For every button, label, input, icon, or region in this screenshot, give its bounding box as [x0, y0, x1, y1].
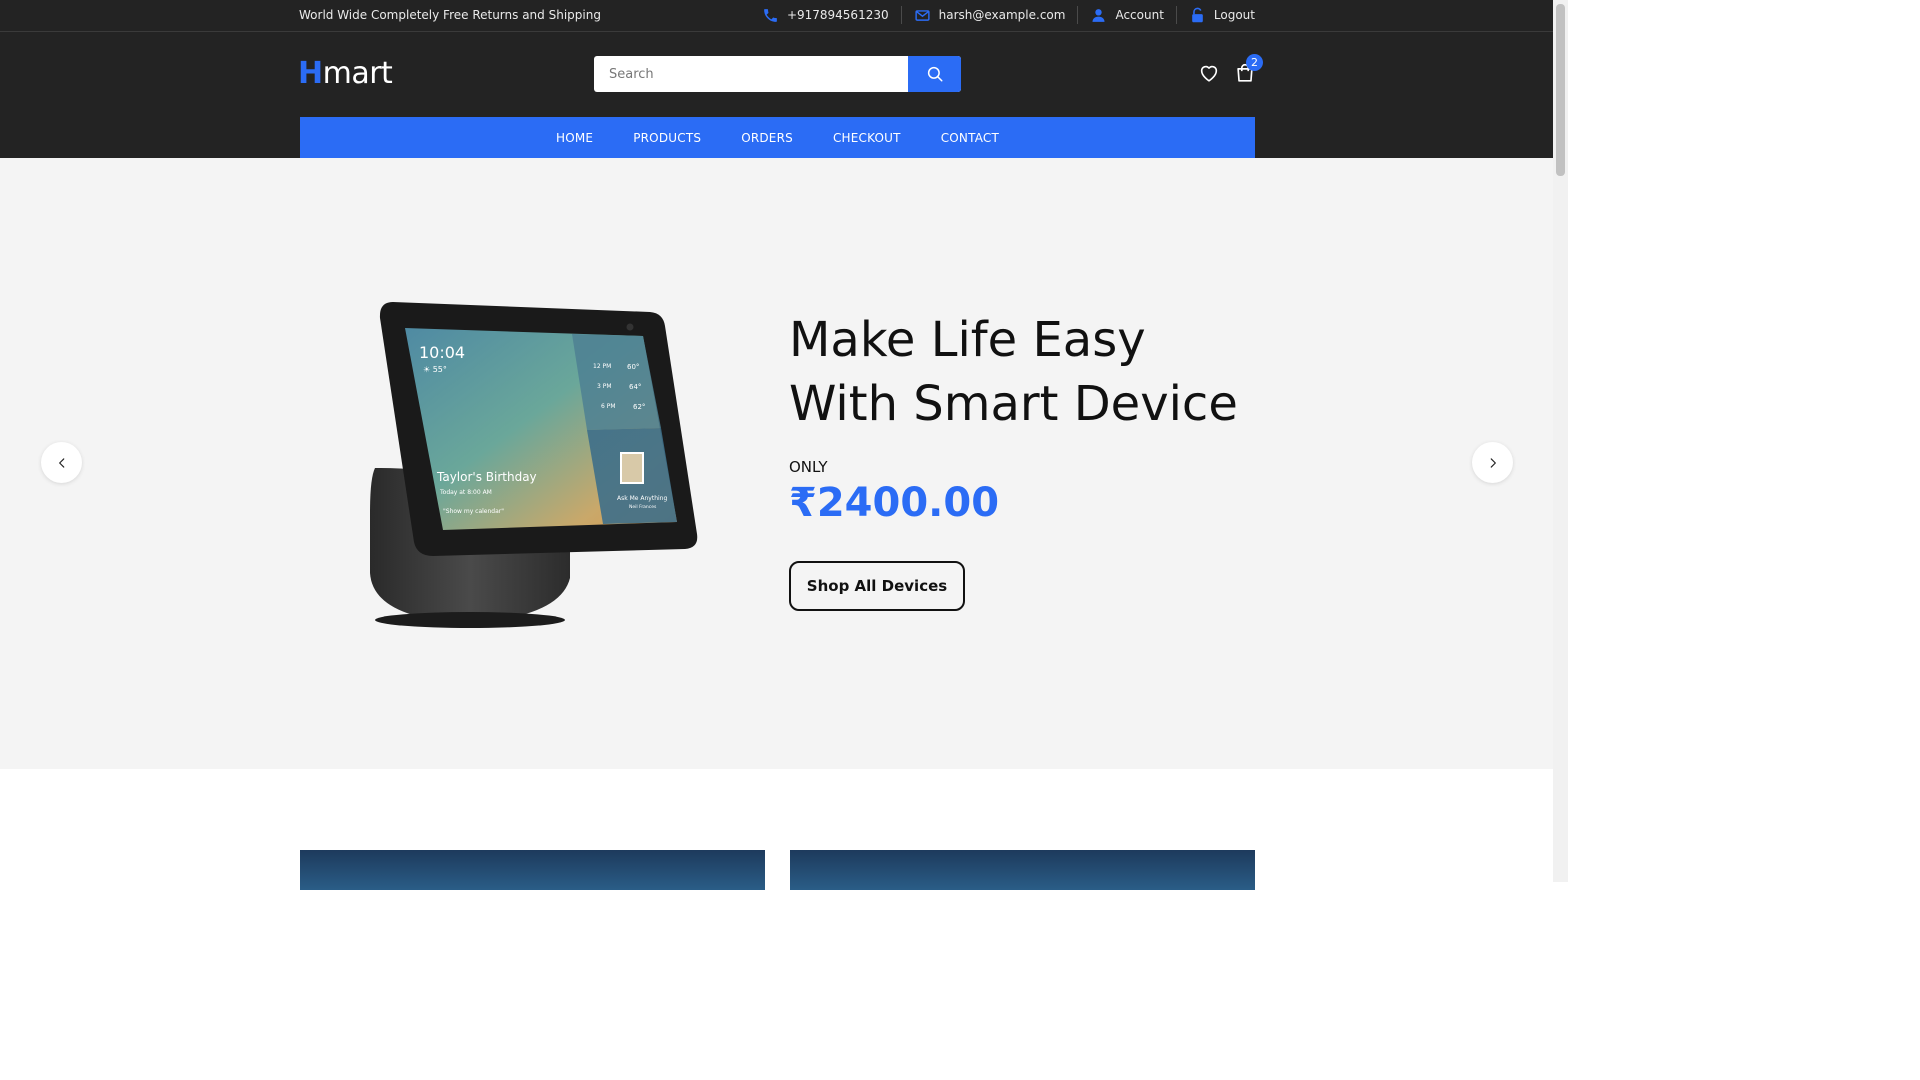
- account-link[interactable]: Account: [1078, 6, 1177, 24]
- hero-title-line1: Make Life Easy: [789, 312, 1146, 368]
- nav-home[interactable]: HOME: [536, 131, 613, 145]
- email-address: harsh@example.com: [938, 8, 1066, 22]
- smart-display-image: 10:04 ☀ 55° 12 PM 60° 3 PM 64° 6 PM 62° …: [370, 302, 698, 628]
- nav-orders[interactable]: ORDERS: [721, 131, 813, 145]
- logo-text: mart: [322, 56, 393, 91]
- site-header: Hmart 2 HOME PRODUCTS ORDERS CHECKOUT CO…: [0, 32, 1553, 158]
- email-link[interactable]: harsh@example.com: [902, 6, 1079, 24]
- forecast-time-3: 6 PM: [601, 403, 616, 410]
- envelope-icon: [915, 9, 930, 21]
- price-prefix: ONLY: [789, 458, 828, 476]
- hero-title: Make Life Easy With Smart Device: [789, 308, 1238, 436]
- search-icon: [927, 66, 942, 82]
- forecast-temp-1: 60°: [627, 363, 639, 371]
- promo-banner-left[interactable]: [300, 850, 765, 890]
- phone-number: +917894561230: [786, 8, 889, 22]
- hero-text: Make Life Easy With Smart Device ONLY ₹2…: [789, 308, 1238, 526]
- phone-link[interactable]: +917894561230: [750, 6, 902, 24]
- logout-label: Logout: [1213, 8, 1255, 22]
- top-bar: World Wide Completely Free Returns and S…: [0, 0, 1553, 32]
- chevron-right-icon: [1490, 457, 1496, 468]
- promo-banner-right[interactable]: [790, 850, 1255, 890]
- account-label: Account: [1115, 8, 1164, 22]
- forecast-temp-3: 62°: [633, 403, 645, 411]
- page-scrollbar[interactable]: [1553, 0, 1568, 882]
- search-input[interactable]: [594, 56, 908, 92]
- cart-button[interactable]: 2: [1234, 54, 1263, 84]
- chevron-left-icon: [58, 457, 64, 468]
- nav-contact[interactable]: CONTACT: [921, 131, 1019, 145]
- album-art: [620, 452, 644, 484]
- contact-links: +917894561230 harsh@example.com Account …: [750, 6, 1255, 24]
- hero-title-line2: With Smart Device: [789, 376, 1238, 432]
- main-nav: HOME PRODUCTS ORDERS CHECKOUT CONTACT: [300, 117, 1255, 158]
- heart-icon: [1200, 65, 1218, 82]
- cart-count-badge: 2: [1246, 54, 1263, 71]
- unlock-icon: [1192, 7, 1203, 22]
- hero-slider: 10:04 ☀ 55° 12 PM 60° 3 PM 64° 6 PM 62° …: [0, 158, 1553, 769]
- site-logo[interactable]: Hmart: [298, 56, 393, 91]
- scrollbar-thumb[interactable]: [1556, 4, 1565, 176]
- screen-ask-sub: Neil Frances: [629, 504, 657, 510]
- screen-time: 10:04: [419, 343, 465, 362]
- screen-event-time: Today at 8:00 AM: [439, 489, 492, 496]
- search-bar: [594, 56, 961, 92]
- slider-next-button[interactable]: [1472, 442, 1513, 483]
- screen-event-hint: "Show my calendar": [443, 508, 504, 515]
- logout-link[interactable]: Logout: [1177, 6, 1255, 24]
- logo-letter: H: [298, 56, 323, 91]
- screen-temp: ☀ 55°: [423, 365, 447, 374]
- shop-all-devices-button[interactable]: Shop All Devices: [789, 561, 965, 611]
- screen-ask: Ask Me Anything: [617, 495, 667, 502]
- nav-products[interactable]: PRODUCTS: [613, 131, 721, 145]
- slider-prev-button[interactable]: [41, 442, 82, 483]
- forecast-time-2: 3 PM: [597, 383, 612, 390]
- user-icon: [1092, 8, 1105, 22]
- wishlist-button[interactable]: [1198, 62, 1220, 84]
- screen-event: Taylor's Birthday: [436, 470, 537, 484]
- promo-text: World Wide Completely Free Returns and S…: [299, 8, 601, 22]
- camera-lens: [626, 323, 634, 331]
- search-button[interactable]: [908, 56, 961, 92]
- forecast-time-1: 12 PM: [593, 363, 611, 370]
- hero-price: ₹2400.00: [789, 480, 1000, 526]
- forecast-temp-2: 64°: [629, 383, 641, 391]
- header-icons: 2: [1198, 54, 1263, 84]
- phone-icon: [764, 8, 777, 22]
- nav-checkout[interactable]: CHECKOUT: [813, 131, 921, 145]
